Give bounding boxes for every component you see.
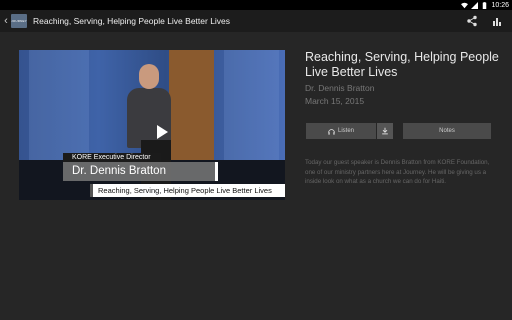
video-player[interactable]: KORE Executive Director Dr. Dennis Bratt… bbox=[19, 50, 285, 200]
wifi-icon bbox=[461, 2, 469, 8]
sermon-date: March 15, 2015 bbox=[305, 96, 365, 106]
play-icon[interactable] bbox=[157, 125, 168, 139]
notes-button[interactable]: Notes bbox=[403, 123, 491, 139]
speaker-figure bbox=[127, 88, 171, 148]
app-logo[interactable]: JOURNEY bbox=[11, 14, 27, 28]
stage-panel-right bbox=[224, 50, 279, 160]
status-icons: 10:26 bbox=[461, 0, 509, 10]
listen-button[interactable]: Listen bbox=[306, 123, 376, 139]
sermon-description: Today our guest speaker is Dennis Bratto… bbox=[305, 159, 490, 186]
signal-icon bbox=[471, 1, 479, 9]
caption-subtitle: Reaching, Serving, Helping People Live B… bbox=[90, 184, 285, 197]
caption-name: Dr. Dennis Bratton bbox=[63, 162, 218, 181]
battery-icon bbox=[483, 1, 487, 9]
app-logo-text: JOURNEY bbox=[11, 19, 27, 23]
bar-chart-icon[interactable] bbox=[491, 15, 503, 27]
download-icon bbox=[382, 127, 388, 135]
speaker-head bbox=[139, 64, 159, 89]
headphones-icon bbox=[328, 128, 335, 135]
app-bar: ‹ JOURNEY Reaching, Serving, Helping Peo… bbox=[0, 10, 512, 32]
notes-label: Notes bbox=[439, 128, 455, 134]
app-title: Reaching, Serving, Helping People Live B… bbox=[33, 16, 231, 26]
share-icon[interactable] bbox=[466, 15, 478, 27]
download-button[interactable] bbox=[377, 123, 393, 139]
stage-panel-left bbox=[29, 50, 89, 160]
speaker-name: Dr. Dennis Bratton bbox=[305, 83, 375, 93]
status-bar: 10:26 bbox=[0, 0, 512, 10]
status-time: 10:26 bbox=[491, 1, 509, 9]
sermon-title: Reaching, Serving, Helping People Live B… bbox=[305, 50, 499, 79]
listen-label: Listen bbox=[337, 128, 354, 134]
back-chevron-icon[interactable]: ‹ bbox=[2, 10, 10, 32]
caption-role: KORE Executive Director bbox=[63, 153, 161, 162]
